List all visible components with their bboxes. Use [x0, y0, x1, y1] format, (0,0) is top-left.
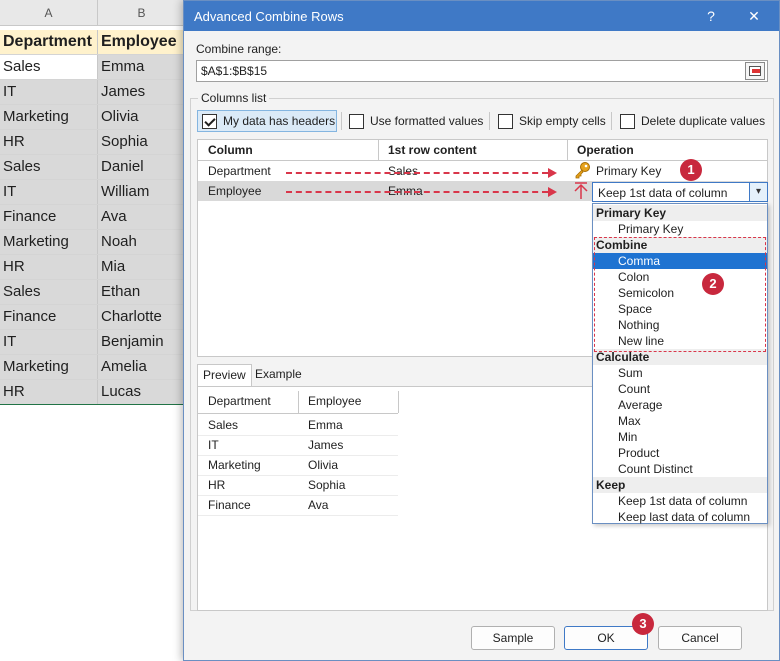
operation-dropdown-list[interactable]: Keep last data of column Keep 1st data of… [592, 203, 768, 524]
step-badge-2: 2 [702, 273, 724, 295]
dropdown-group-header: Primary Key [593, 205, 767, 221]
cancel-button[interactable]: Cancel [658, 626, 742, 650]
dropdown-group-header: Keep [593, 477, 767, 493]
preview-row-line [198, 435, 398, 436]
operation-value: Primary Key [596, 164, 662, 178]
chevron-down-icon[interactable]: ▾ [749, 183, 767, 201]
header-underline [198, 413, 398, 414]
use-formatted-values-checkbox[interactable]: Use formatted values [349, 110, 483, 132]
step-badge-1: 1 [680, 159, 702, 181]
skip-empty-cells-checkbox[interactable]: Skip empty cells [498, 110, 606, 132]
tab-preview[interactable]: Preview [197, 364, 252, 386]
operation-select[interactable]: Keep 1st data of column ▾ [592, 182, 768, 202]
divider [489, 112, 490, 130]
header-divider [398, 391, 399, 413]
preview-cell: IT [208, 438, 219, 452]
preview-row-line [198, 475, 398, 476]
combine-range-label: Combine range: [196, 42, 282, 56]
column-name: Department [208, 164, 271, 178]
dropdown-option[interactable]: Min [593, 429, 767, 445]
annotation-arrow-line [286, 172, 548, 174]
annotation-combine-frame [594, 237, 766, 352]
divider [341, 112, 342, 130]
help-button[interactable]: ? [696, 5, 726, 27]
annotation-arrow-line [286, 191, 548, 193]
header-divider [567, 140, 568, 161]
dropdown-option[interactable]: Count [593, 381, 767, 397]
dropdown-option[interactable]: Keep last data of column [593, 509, 767, 525]
header-divider [298, 391, 299, 413]
columns-table-header: Column 1st row content Operation [198, 140, 767, 161]
close-button[interactable]: ✕ [739, 5, 769, 27]
annotation-arrow-head [548, 187, 557, 197]
preview-header-department: Department [208, 391, 271, 412]
preview-header-employee: Employee [308, 391, 362, 412]
preview-cell: Marketing [208, 458, 261, 472]
header-divider [378, 140, 379, 161]
checkbox-icon [620, 113, 635, 129]
preview-cell: Finance [208, 498, 251, 512]
delete-duplicate-values-checkbox[interactable]: Delete duplicate values [620, 110, 765, 132]
column-header-operation[interactable]: Operation [577, 143, 634, 157]
annotation-arrow-head [548, 168, 557, 178]
dropdown-option[interactable]: Max [593, 413, 767, 429]
range-select-icon-mark [752, 69, 760, 73]
key-icon [575, 162, 590, 179]
arrow-up-icon [574, 182, 588, 199]
divider [611, 112, 612, 130]
preview-row-line [198, 495, 398, 496]
dialog-title: Advanced Combine Rows [194, 9, 344, 24]
column-header-first-row[interactable]: 1st row content [388, 143, 477, 157]
columns-list-label: Columns list [198, 91, 270, 105]
preview-cell: James [308, 438, 344, 452]
column-name: Employee [208, 184, 262, 198]
preview-cell: HR [208, 478, 226, 492]
preview-row-line [198, 455, 398, 456]
checkbox-label: Skip empty cells [519, 114, 606, 128]
combine-range-input[interactable]: $A$1:$B$15 [196, 60, 768, 82]
tab-example[interactable]: Example [250, 364, 307, 386]
dropdown-option[interactable]: Keep 1st data of column [593, 493, 767, 509]
selection-border [0, 30, 186, 405]
checkbox-label: My data has headers [223, 114, 336, 128]
checkbox-label: Delete duplicate values [641, 114, 766, 128]
preview-cell: Olivia [308, 458, 339, 472]
dropdown-option[interactable]: Primary Key [593, 221, 767, 237]
dialog-titlebar: Advanced Combine Rows ? ✕ [184, 1, 779, 31]
checkbox-icon [498, 113, 513, 129]
range-select-button[interactable] [745, 62, 765, 80]
dropdown-option[interactable]: Count Distinct [593, 461, 767, 477]
spreadsheet: A B Department Employee Sales Emma IT James Ma… [0, 0, 186, 661]
operation-select-value: Keep 1st data of column [598, 186, 728, 200]
preview-row-line [198, 515, 398, 516]
checkbox-icon [349, 113, 364, 129]
combine-range-value: $A$1:$B$15 [201, 64, 268, 78]
dropdown-option[interactable]: Product [593, 445, 767, 461]
column-header-column[interactable]: Column [208, 143, 253, 157]
checkbox-label: Use formatted values [370, 114, 484, 128]
preview-cell: Emma [308, 418, 343, 432]
advanced-combine-rows-dialog: Advanced Combine Rows ? ✕ Combine range:… [183, 0, 780, 661]
preview-cell: Sophia [308, 478, 346, 492]
preview-area: Preview Example Department Employee Sale… [197, 364, 768, 611]
my-data-has-headers-checkbox[interactable]: My data has headers [197, 110, 337, 132]
sample-button[interactable]: Sample [471, 626, 555, 650]
column-header-b[interactable]: B [98, 0, 186, 26]
first-row-content: Sales [388, 164, 419, 178]
preview-cell: Sales [208, 418, 239, 432]
step-badge-3: 3 [632, 613, 654, 635]
checkbox-checked-icon [202, 113, 217, 129]
dropdown-option[interactable]: Average [593, 397, 767, 413]
column-header-a[interactable]: A [0, 0, 98, 26]
dropdown-option[interactable]: Sum [593, 365, 767, 381]
preview-cell: Ava [308, 498, 329, 512]
